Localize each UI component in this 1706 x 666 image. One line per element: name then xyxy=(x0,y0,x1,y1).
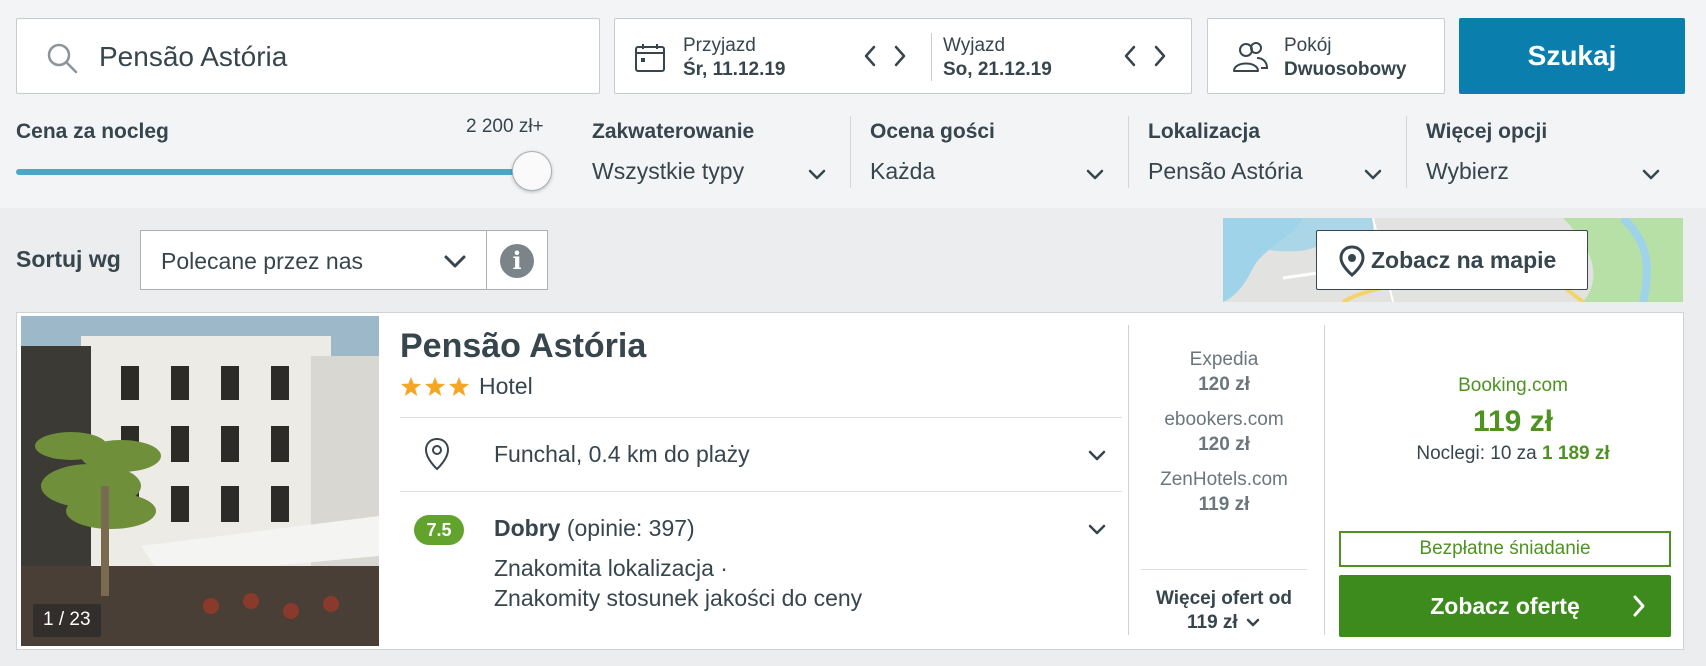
more-offers-price: 119 zł xyxy=(1187,612,1238,633)
divider xyxy=(400,491,1122,492)
filter-title: Więcej opcji xyxy=(1426,120,1548,143)
filter-divider xyxy=(1406,116,1407,188)
room-selector[interactable]: Pokój Dwuosobowy xyxy=(1207,18,1445,94)
checkout-prev-icon[interactable] xyxy=(1119,41,1141,71)
photo-counter: 1 / 23 xyxy=(33,604,101,637)
best-deal-total: Noclegi: 10 za 1 189 zł xyxy=(1341,443,1685,465)
search-query[interactable]: Pensão Astória xyxy=(99,41,287,73)
view-deal-label: Zobacz ofertę xyxy=(1430,593,1580,619)
filter-value: Każda xyxy=(870,158,936,184)
partner-price: 120 zł xyxy=(1198,434,1250,455)
filter-value: Wybierz xyxy=(1426,158,1509,184)
map-view-button[interactable]: Zobacz na mapie xyxy=(1316,230,1588,290)
partner-name: ebookers.com xyxy=(1164,409,1284,430)
more-offers-label: Więcej ofert od xyxy=(1155,588,1292,609)
checkout-value[interactable]: So, 21.12.19 xyxy=(943,59,1052,81)
filter-location[interactable]: Lokalizacja Pensão Astória xyxy=(1148,114,1384,188)
location-row[interactable]: Funchal, 0.4 km do plaży xyxy=(400,417,1122,491)
info-icon: i xyxy=(500,244,534,278)
partner-offer[interactable]: Expedia 120 zł xyxy=(1129,349,1319,396)
room-label: Pokój xyxy=(1284,35,1332,56)
location-pin-icon xyxy=(424,437,450,471)
filter-accommodation[interactable]: Zakwaterowanie Wszystkie typy xyxy=(592,114,828,188)
partner-price: 119 zł xyxy=(1198,494,1250,515)
filter-title: Zakwaterowanie xyxy=(592,120,755,143)
filter-guest-rating[interactable]: Ocena gości Każda xyxy=(870,114,1106,188)
partner-name: ZenHotels.com xyxy=(1160,469,1288,490)
checkout-next-icon[interactable] xyxy=(1149,41,1171,71)
free-breakfast-badge: Bezpłatne śniadanie xyxy=(1339,531,1671,567)
rating-label: Dobry xyxy=(494,515,561,541)
checkin-label: Przyjazd xyxy=(683,35,756,56)
partner-name: Expedia xyxy=(1189,349,1259,370)
hotel-type: Hotel xyxy=(479,373,533,399)
more-offers-button[interactable]: Więcej ofert od 119 zł xyxy=(1129,587,1319,635)
chevron-down-icon xyxy=(1086,169,1104,180)
checkin-next-icon[interactable] xyxy=(889,41,911,71)
best-deal-price[interactable]: 119 zł xyxy=(1341,405,1685,439)
more-offers-price-line: 119 zł xyxy=(1129,611,1319,635)
hotel-name[interactable]: Pensão Astória xyxy=(400,327,646,366)
date-picker[interactable]: Przyjazd Śr, 11.12.19 Wyjazd So, 21.12.1… xyxy=(614,18,1192,94)
sort-value: Polecane przez nas xyxy=(161,248,364,274)
filter-more-options[interactable]: Więcej opcji Wybierz xyxy=(1426,114,1662,188)
filter-value: Pensão Astória xyxy=(1148,158,1303,184)
nights-prefix: Noclegi: 10 za xyxy=(1416,443,1537,464)
hotel-result-card: 1 / 23 Pensão Astória Hotel Funchal, 0.4… xyxy=(16,312,1684,650)
search-button[interactable]: Szukaj xyxy=(1459,18,1685,94)
nights-total: 1 189 zł xyxy=(1542,443,1610,464)
filter-title: Lokalizacja xyxy=(1148,120,1261,143)
price-slider-track[interactable] xyxy=(16,169,532,175)
map-view-label: Zobacz na mapie xyxy=(1371,247,1557,273)
guests-icon xyxy=(1233,42,1269,72)
chevron-down-icon xyxy=(1642,169,1660,180)
guest-rating-row[interactable]: 7.5 Dobry (opinie: 397) Znakomita lokali… xyxy=(400,493,1122,643)
divider xyxy=(1141,569,1307,570)
location-text: Funchal, 0.4 km do plaży xyxy=(494,441,750,467)
price-slider-handle[interactable] xyxy=(512,151,552,191)
rating-summary: Dobry (opinie: 397) xyxy=(494,515,695,542)
checkin-value[interactable]: Śr, 11.12.19 xyxy=(683,59,786,81)
divider xyxy=(1324,325,1325,635)
chevron-down-icon xyxy=(1088,450,1106,461)
search-icon xyxy=(47,43,78,74)
checkin-prev-icon[interactable] xyxy=(859,41,881,71)
review-count: (opinie: 397) xyxy=(566,515,695,541)
destination-search-input[interactable]: Pensão Astória xyxy=(16,18,600,94)
price-filter-max: 2 200 zł+ xyxy=(466,116,544,137)
filter-divider xyxy=(850,116,851,188)
review-highlight-2: Znakomity stosunek jakości do ceny xyxy=(494,585,863,611)
chevron-right-icon xyxy=(1633,595,1645,617)
star-rating-icon xyxy=(401,377,469,396)
sort-label: Sortuj wg xyxy=(16,246,121,272)
sort-select[interactable]: Polecane przez nas xyxy=(140,230,487,290)
hotel-photo-image xyxy=(21,316,379,646)
chevron-down-icon xyxy=(1364,169,1382,180)
partner-offer[interactable]: ZenHotels.com 119 zł xyxy=(1129,469,1319,516)
checkout-label: Wyjazd xyxy=(943,35,1006,56)
chevron-down-icon xyxy=(1088,524,1106,535)
room-value: Dwuosobowy xyxy=(1284,59,1407,80)
date-divider xyxy=(931,33,932,81)
rating-badge: 7.5 xyxy=(414,515,464,545)
review-highlight-1: Znakomita lokalizacja · xyxy=(494,555,728,581)
sort-info-button[interactable]: i xyxy=(486,230,548,290)
review-highlights: Znakomita lokalizacja · Znakomity stosun… xyxy=(494,553,862,613)
calendar-icon xyxy=(635,44,665,72)
filter-value: Wszystkie typy xyxy=(592,158,745,184)
price-filter-title: Cena za nocleg xyxy=(16,120,169,143)
hotel-photo[interactable]: 1 / 23 xyxy=(21,316,379,646)
chevron-down-icon xyxy=(808,169,826,180)
best-deal-partner[interactable]: Booking.com xyxy=(1341,375,1685,397)
partner-price: 120 zł xyxy=(1198,374,1250,395)
filter-title: Ocena gości xyxy=(870,120,995,143)
map-pin-icon xyxy=(1339,245,1365,277)
partner-offer[interactable]: ebookers.com 120 zł xyxy=(1129,409,1319,456)
chevron-down-icon xyxy=(444,255,466,268)
filter-divider xyxy=(1128,116,1129,188)
chevron-down-icon xyxy=(1246,618,1260,627)
view-deal-button[interactable]: Zobacz ofertę xyxy=(1339,575,1671,637)
